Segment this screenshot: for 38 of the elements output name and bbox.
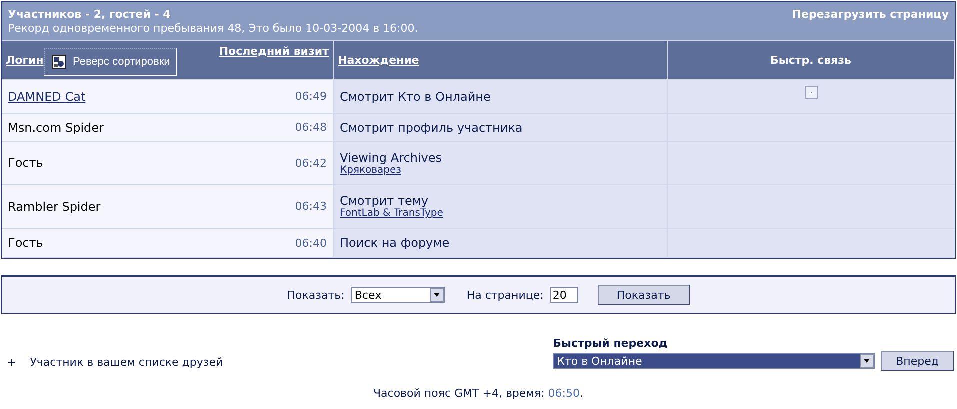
visit-time: 06:49 [295, 90, 327, 103]
visit-time: 06:43 [295, 200, 327, 213]
show-button[interactable]: Показать [598, 285, 690, 305]
per-page-field[interactable]: 20 [550, 287, 578, 303]
timezone-text: Часовой пояс GMT +4, время: 06:50. [374, 387, 584, 400]
caret-icon [864, 359, 870, 363]
topic-link[interactable]: FontLab & TransType [340, 208, 444, 219]
quick-jump-label: Быстрый переход [553, 337, 669, 350]
last-visit-sort-link[interactable]: Последний визит [219, 45, 329, 58]
visitor-name: Гость [8, 156, 44, 170]
visit-time: 06:40 [295, 236, 327, 250]
sort-tooltip: Реверс сортировки [44, 48, 177, 76]
location-sort-link[interactable]: Нахождение [338, 54, 420, 66]
visitor-name: Гость [8, 236, 44, 250]
login-sort-link[interactable]: Логин [6, 54, 44, 66]
location-text: Смотрит Кто в Онлайне [340, 90, 491, 104]
visit-time: 06:48 [295, 121, 327, 134]
visitor-name: Rambler Spider [8, 200, 101, 214]
location-text: Viewing Archives [340, 150, 442, 164]
online-count-title: Участников - 2, гостей - 4 [8, 8, 172, 21]
column-header: Быстр. связь [770, 54, 852, 66]
per-page-label: На странице: [466, 288, 544, 302]
caret-icon [434, 293, 440, 297]
visit-time: 06:42 [295, 156, 327, 170]
sort-icon [52, 55, 66, 69]
contact-icon[interactable] [805, 86, 818, 99]
quick-jump-select[interactable]: Кто в Онлайне [553, 353, 876, 369]
member-link[interactable]: DAMNED Cat [8, 90, 86, 104]
visitor-name: Msn.com Spider [8, 120, 104, 134]
friend-legend: + Участник в вашем списке друзей [7, 356, 224, 371]
go-button[interactable]: Вперед [881, 351, 954, 371]
location-text: Поиск на форуме [340, 236, 450, 250]
topic-link[interactable]: Кряковарез [340, 164, 442, 176]
show-label: Показать: [287, 288, 345, 302]
show-select[interactable]: Всех [350, 287, 445, 303]
location-text: Смотрит профиль участника [340, 120, 523, 134]
record-text: Рекорд одновременного пребывания 48, Это было 10-03-2004 в 16:00. [8, 22, 418, 35]
location-text: Смотрит тему [340, 194, 430, 208]
